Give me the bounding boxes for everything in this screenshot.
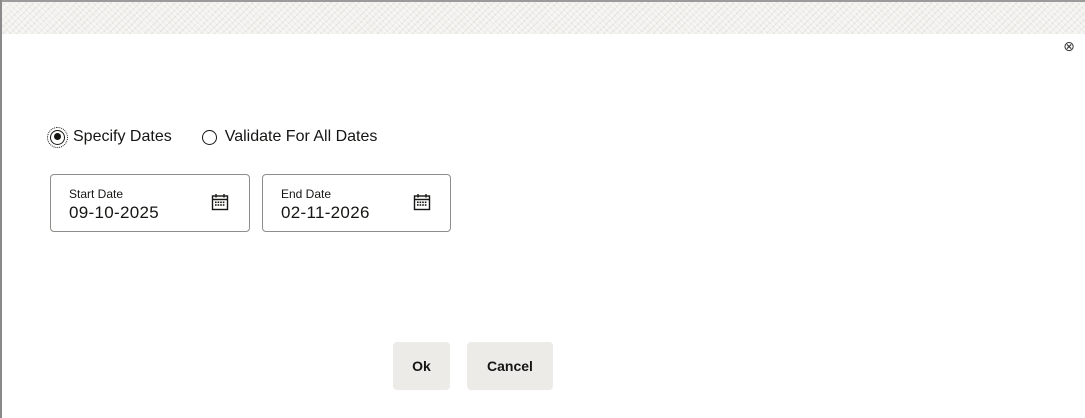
cancel-button[interactable]: Cancel (467, 342, 553, 390)
window-edge (0, 0, 2, 418)
start-date-input[interactable] (69, 203, 189, 223)
start-date-label: Start Date (69, 187, 124, 201)
start-date-field[interactable]: Start Date (50, 174, 250, 232)
radio-label-specify-dates: Specify Dates (73, 128, 172, 145)
calendar-icon[interactable] (413, 193, 431, 211)
radio-unselected-icon[interactable] (201, 129, 217, 145)
close-icon[interactable]: ⊗ (1061, 38, 1077, 54)
radio-validate-all-dates[interactable]: Validate For All Dates (201, 128, 378, 146)
end-date-field[interactable]: End Date (262, 174, 451, 232)
radio-selected-icon[interactable] (47, 126, 68, 148)
calendar-icon[interactable] (211, 193, 229, 211)
radio-label-validate-all-dates: Validate For All Dates (224, 128, 378, 145)
end-date-label: End Date (281, 187, 332, 201)
radio-specify-dates[interactable]: Specify Dates (47, 126, 172, 148)
dialog-header (2, 0, 1085, 34)
date-mode-radio-group: Specify Dates Validate For All Dates (47, 126, 407, 148)
end-date-input[interactable] (281, 203, 401, 223)
ok-button[interactable]: Ok (393, 342, 450, 390)
